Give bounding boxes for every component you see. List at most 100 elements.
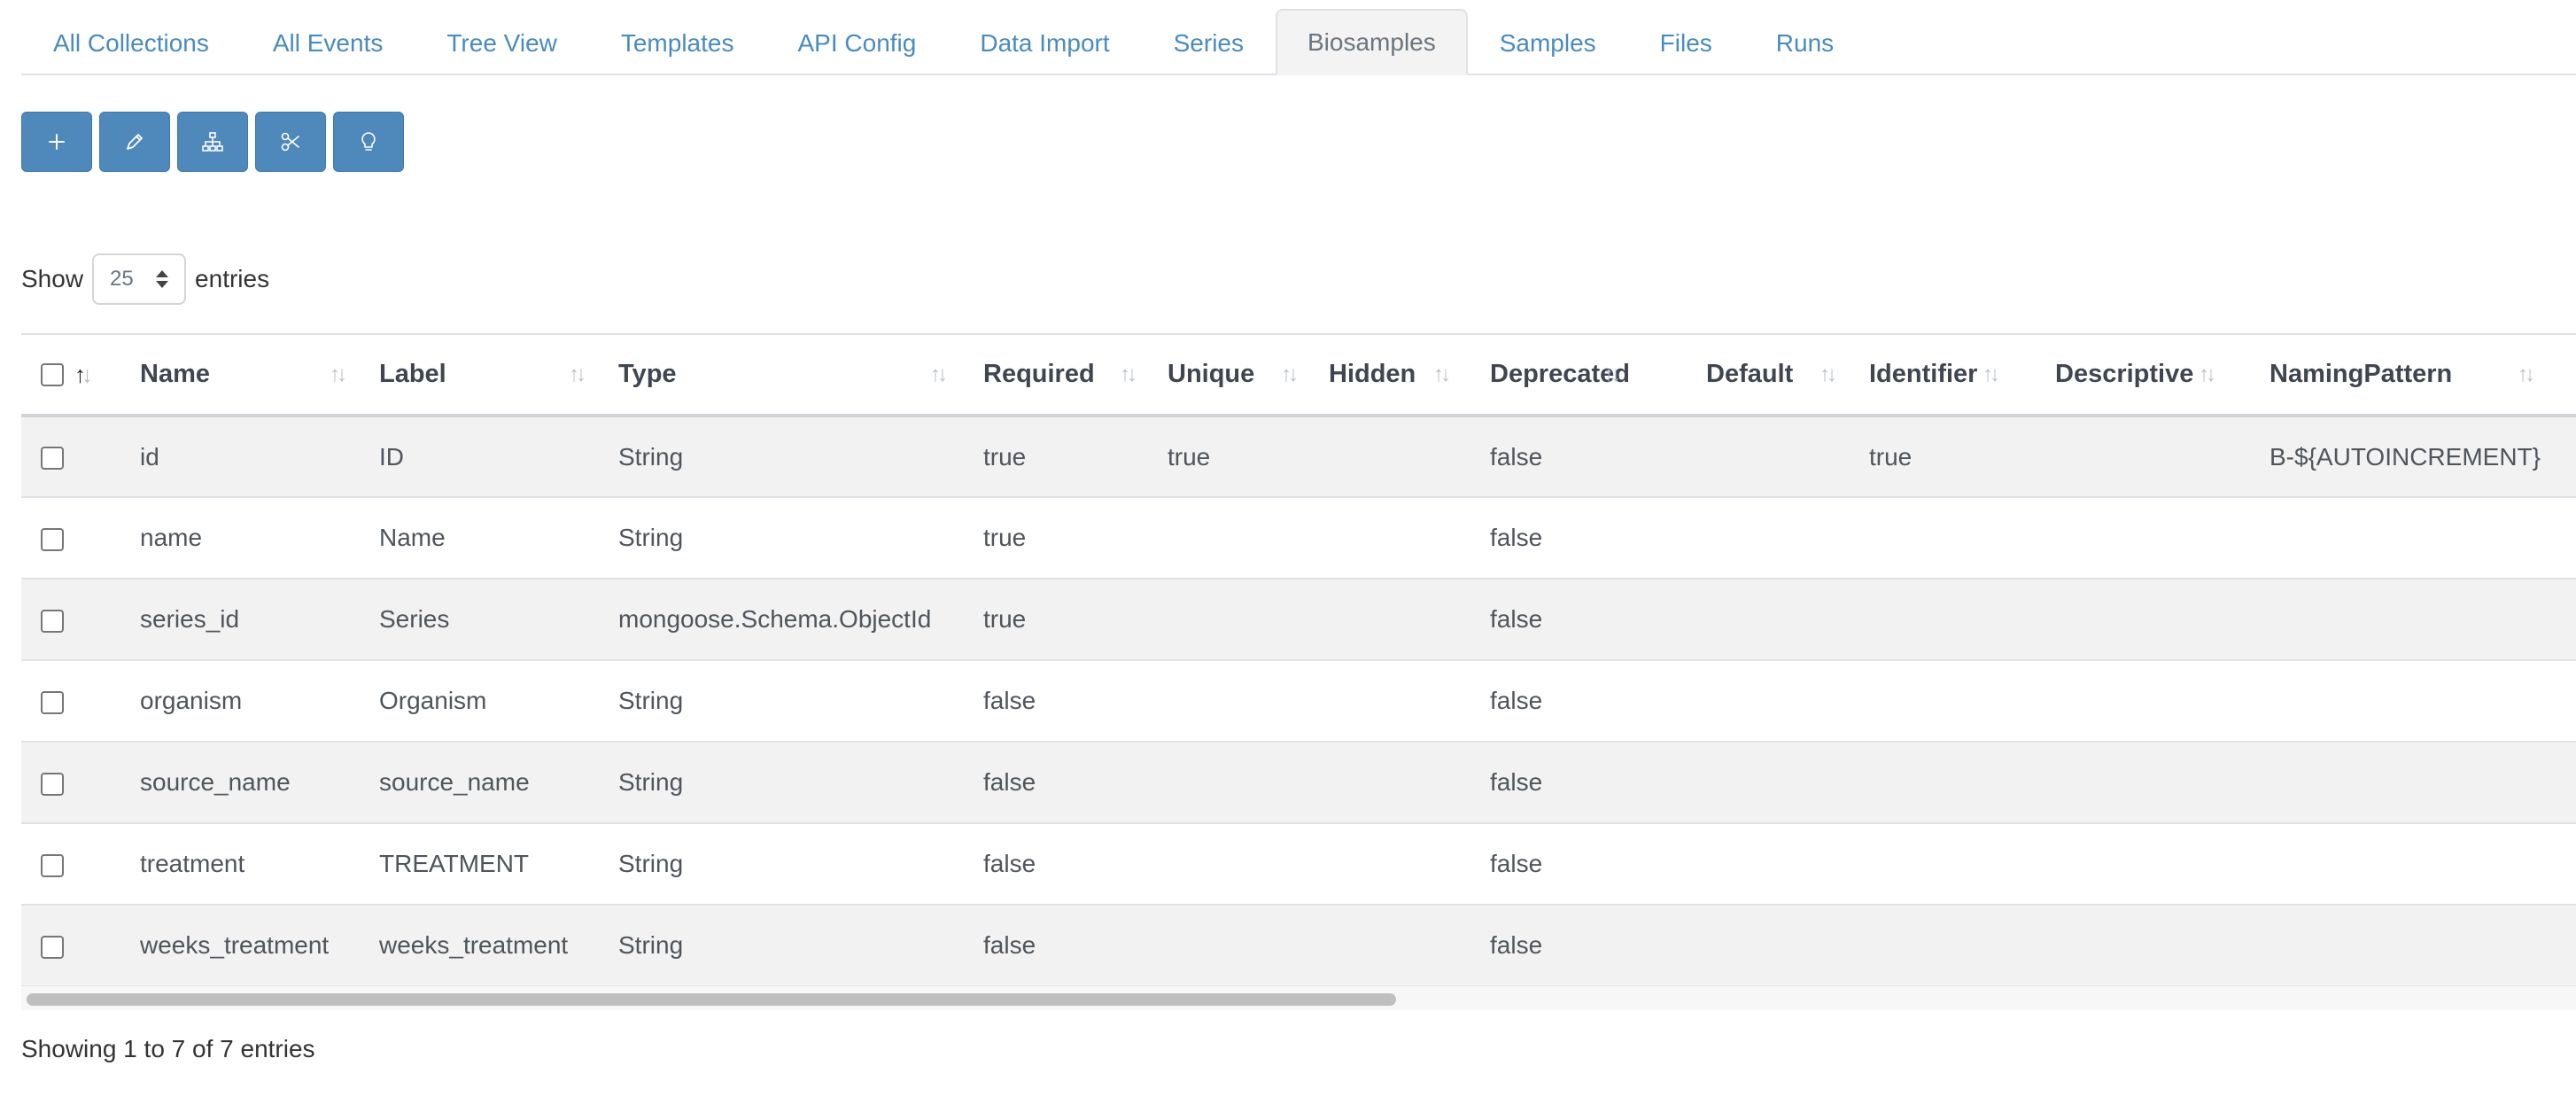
cell-identifier: true (1869, 416, 2055, 498)
edit-button[interactable] (99, 112, 170, 172)
cell-descriptive (2055, 823, 2270, 906)
plus-icon (49, 134, 65, 150)
cell-namingpattern (2270, 823, 2576, 906)
cell-name: id (140, 416, 379, 498)
sort-icon[interactable]: ↑↓ (1982, 362, 2000, 387)
tree-button[interactable] (177, 112, 248, 172)
sort-icon[interactable]: ↑↓ (1281, 362, 1299, 387)
row-checkbox[interactable] (41, 527, 64, 551)
add-button[interactable] (21, 112, 92, 172)
sort-icon[interactable]: ↑↓ (2199, 362, 2216, 387)
column-header-label[interactable]: Label ↑↓ (379, 333, 618, 417)
table-row[interactable]: source_name source_name String false false (21, 742, 2576, 824)
column-header-name[interactable]: Name ↑↓ (140, 333, 379, 417)
cell-hidden (1329, 905, 1490, 987)
cell-name: treatment (140, 823, 379, 906)
horizontal-scrollbar[interactable] (21, 985, 2576, 1010)
cell-deprecated: false (1490, 742, 1706, 824)
sort-icon[interactable]: ↑↓ (2518, 362, 2535, 387)
cell-descriptive (2055, 742, 2270, 824)
cell-default (1706, 497, 1869, 580)
cell-label: Name (379, 497, 618, 580)
cell-namingpattern (2270, 742, 2576, 824)
tab-biosamples[interactable]: Biosamples (1276, 9, 1468, 75)
sort-icon[interactable]: ↑↓ (330, 362, 347, 387)
tab-samples[interactable]: Samples (1468, 9, 1628, 75)
cut-button[interactable] (255, 112, 326, 172)
row-select-cell (21, 823, 140, 906)
cell-label: Organism (379, 660, 618, 743)
table-row[interactable]: treatment TREATMENT String false false (21, 823, 2576, 906)
column-header-deprecated[interactable]: Deprecated ↑↓ (1490, 333, 1706, 417)
column-header-label: Unique (1168, 360, 1255, 389)
cell-default (1706, 660, 1869, 743)
row-checkbox[interactable] (41, 690, 64, 714)
tab-data-import[interactable]: Data Import (948, 9, 1141, 75)
cell-hidden (1329, 497, 1490, 580)
column-header-hidden[interactable]: Hidden ↑↓ (1329, 333, 1490, 417)
column-header-namingpattern[interactable]: NamingPattern ↑↓ (2270, 333, 2576, 417)
cell-deprecated: false (1490, 660, 1706, 743)
column-header-required[interactable]: Required ↑↓ (983, 333, 1168, 417)
row-select-cell (21, 742, 140, 824)
cell-name: series_id (140, 579, 379, 661)
column-header-label: NamingPattern (2270, 360, 2453, 389)
cell-default (1706, 416, 1869, 498)
tab-api-config[interactable]: API Config (765, 9, 948, 75)
column-header-identifier[interactable]: Identifier ↑↓ (1869, 333, 2055, 417)
table-row[interactable]: organism Organism String false false (21, 660, 2576, 743)
tab-all-events[interactable]: All Events (241, 9, 415, 75)
select-all-checkbox[interactable] (41, 363, 64, 387)
idea-button[interactable] (333, 112, 404, 172)
row-select-cell (21, 905, 140, 987)
cell-label: weeks_treatment (379, 905, 618, 987)
table-row[interactable]: weeks_treatment weeks_treatment String fals… (21, 905, 2576, 987)
tab-files[interactable]: Files (1628, 9, 1744, 75)
page-length-value: 25 (110, 267, 134, 291)
table-row[interactable]: id ID String true true false true B-${AUTOINCRE… (21, 416, 2576, 498)
tab-all-collections[interactable]: All Collections (21, 9, 241, 75)
sort-icon[interactable]: ↑↓ (1603, 362, 1621, 387)
scrollbar-thumb[interactable] (27, 993, 1396, 1006)
row-checkbox[interactable] (41, 853, 64, 877)
sort-icon[interactable]: ↑↓ (1433, 362, 1451, 387)
cell-label: Series (379, 579, 618, 661)
cell-label: TREATMENT (379, 823, 618, 906)
table-row[interactable]: name Name String true false (21, 497, 2576, 580)
select-all-header: ↑↓ (21, 333, 140, 417)
sort-asc-icon[interactable]: ↑↓ (74, 361, 93, 388)
row-checkbox[interactable] (41, 935, 64, 959)
sort-icon[interactable]: ↑↓ (569, 362, 586, 387)
row-checkbox[interactable] (41, 609, 64, 633)
tab-tree-view[interactable]: Tree View (415, 9, 589, 75)
cell-unique (1168, 579, 1329, 661)
table-row[interactable]: series_id Series mongoose.Schema.ObjectId t… (21, 579, 2576, 661)
row-checkbox[interactable] (41, 447, 64, 471)
sort-icon[interactable]: ↑↓ (930, 362, 948, 387)
column-header-type[interactable]: Type ↑↓ (618, 333, 983, 417)
cell-descriptive (2055, 579, 2270, 661)
cell-name: source_name (140, 742, 379, 824)
cell-type: String (618, 660, 983, 743)
sort-icon[interactable]: ↑↓ (1819, 362, 1837, 387)
column-header-unique[interactable]: Unique ↑↓ (1168, 333, 1329, 417)
toolbar (21, 112, 404, 172)
tab-bar: All Collections All Events Tree View Templa… (21, 9, 2576, 75)
page-length-select[interactable]: 25 (92, 253, 187, 305)
column-header-default[interactable]: Default ↑↓ (1706, 333, 1869, 417)
cell-namingpattern (2270, 905, 2576, 987)
row-checkbox[interactable] (41, 772, 64, 796)
sort-icon[interactable]: ↑↓ (1120, 362, 1137, 387)
cell-type: String (618, 416, 983, 498)
length-suffix: entries (195, 265, 270, 292)
cell-identifier (1869, 497, 2055, 580)
cell-required: true (983, 416, 1168, 498)
cell-default (1706, 742, 1869, 824)
cell-type: String (618, 742, 983, 824)
cell-required: false (983, 823, 1168, 906)
tab-runs[interactable]: Runs (1744, 9, 1866, 75)
column-header-label: Name (140, 360, 210, 389)
tab-series[interactable]: Series (1142, 9, 1276, 75)
tab-templates[interactable]: Templates (589, 9, 766, 75)
column-header-descriptive[interactable]: Descriptive ↑↓ (2055, 333, 2270, 417)
